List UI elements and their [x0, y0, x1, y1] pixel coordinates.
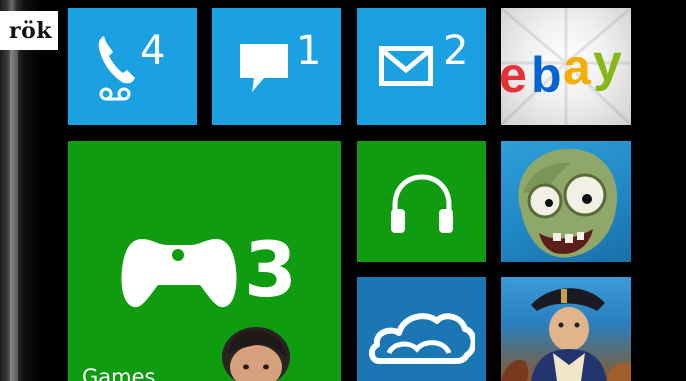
messaging-count: 1 — [296, 28, 322, 74]
xbox-avatar-icon — [222, 327, 290, 381]
email-count: 2 — [443, 28, 469, 74]
ebay-logo: e b a y — [501, 8, 631, 125]
games-label: Games — [82, 365, 156, 381]
games-count: 3 — [244, 225, 297, 314]
ebay-tile[interactable]: e b a y — [501, 8, 631, 125]
napoleon-character-icon — [501, 288, 631, 381]
chat-bubble-icon — [240, 44, 288, 92]
cropped-caption: rök — [0, 11, 58, 50]
zombie-face-icon — [518, 148, 618, 258]
messaging-tile[interactable]: 1 — [212, 8, 341, 125]
phone-voicemail-icon — [98, 36, 135, 101]
age-of-empires-tile[interactable] — [501, 277, 631, 381]
svg-text:y: y — [593, 34, 622, 92]
music-tile[interactable] — [357, 141, 486, 262]
plants-vs-zombies-tile[interactable] — [501, 141, 631, 262]
skydrive-tile[interactable] — [357, 277, 486, 381]
email-tile[interactable]: 2 — [357, 8, 486, 125]
svg-text:e: e — [501, 47, 527, 103]
svg-text:a: a — [563, 39, 592, 95]
envelope-icon — [379, 46, 433, 86]
phone-count: 4 — [140, 28, 166, 74]
games-tile[interactable]: 3 Games — [68, 141, 341, 381]
cloud-icon — [369, 313, 475, 364]
headphones-icon — [391, 174, 453, 233]
controller-icon — [121, 239, 237, 308]
caption-text: rök — [8, 17, 52, 44]
bezel-highlight — [10, 48, 18, 381]
phone-bezel — [0, 0, 40, 381]
phone-tile[interactable]: 4 — [68, 8, 197, 125]
svg-text:b: b — [531, 47, 562, 103]
